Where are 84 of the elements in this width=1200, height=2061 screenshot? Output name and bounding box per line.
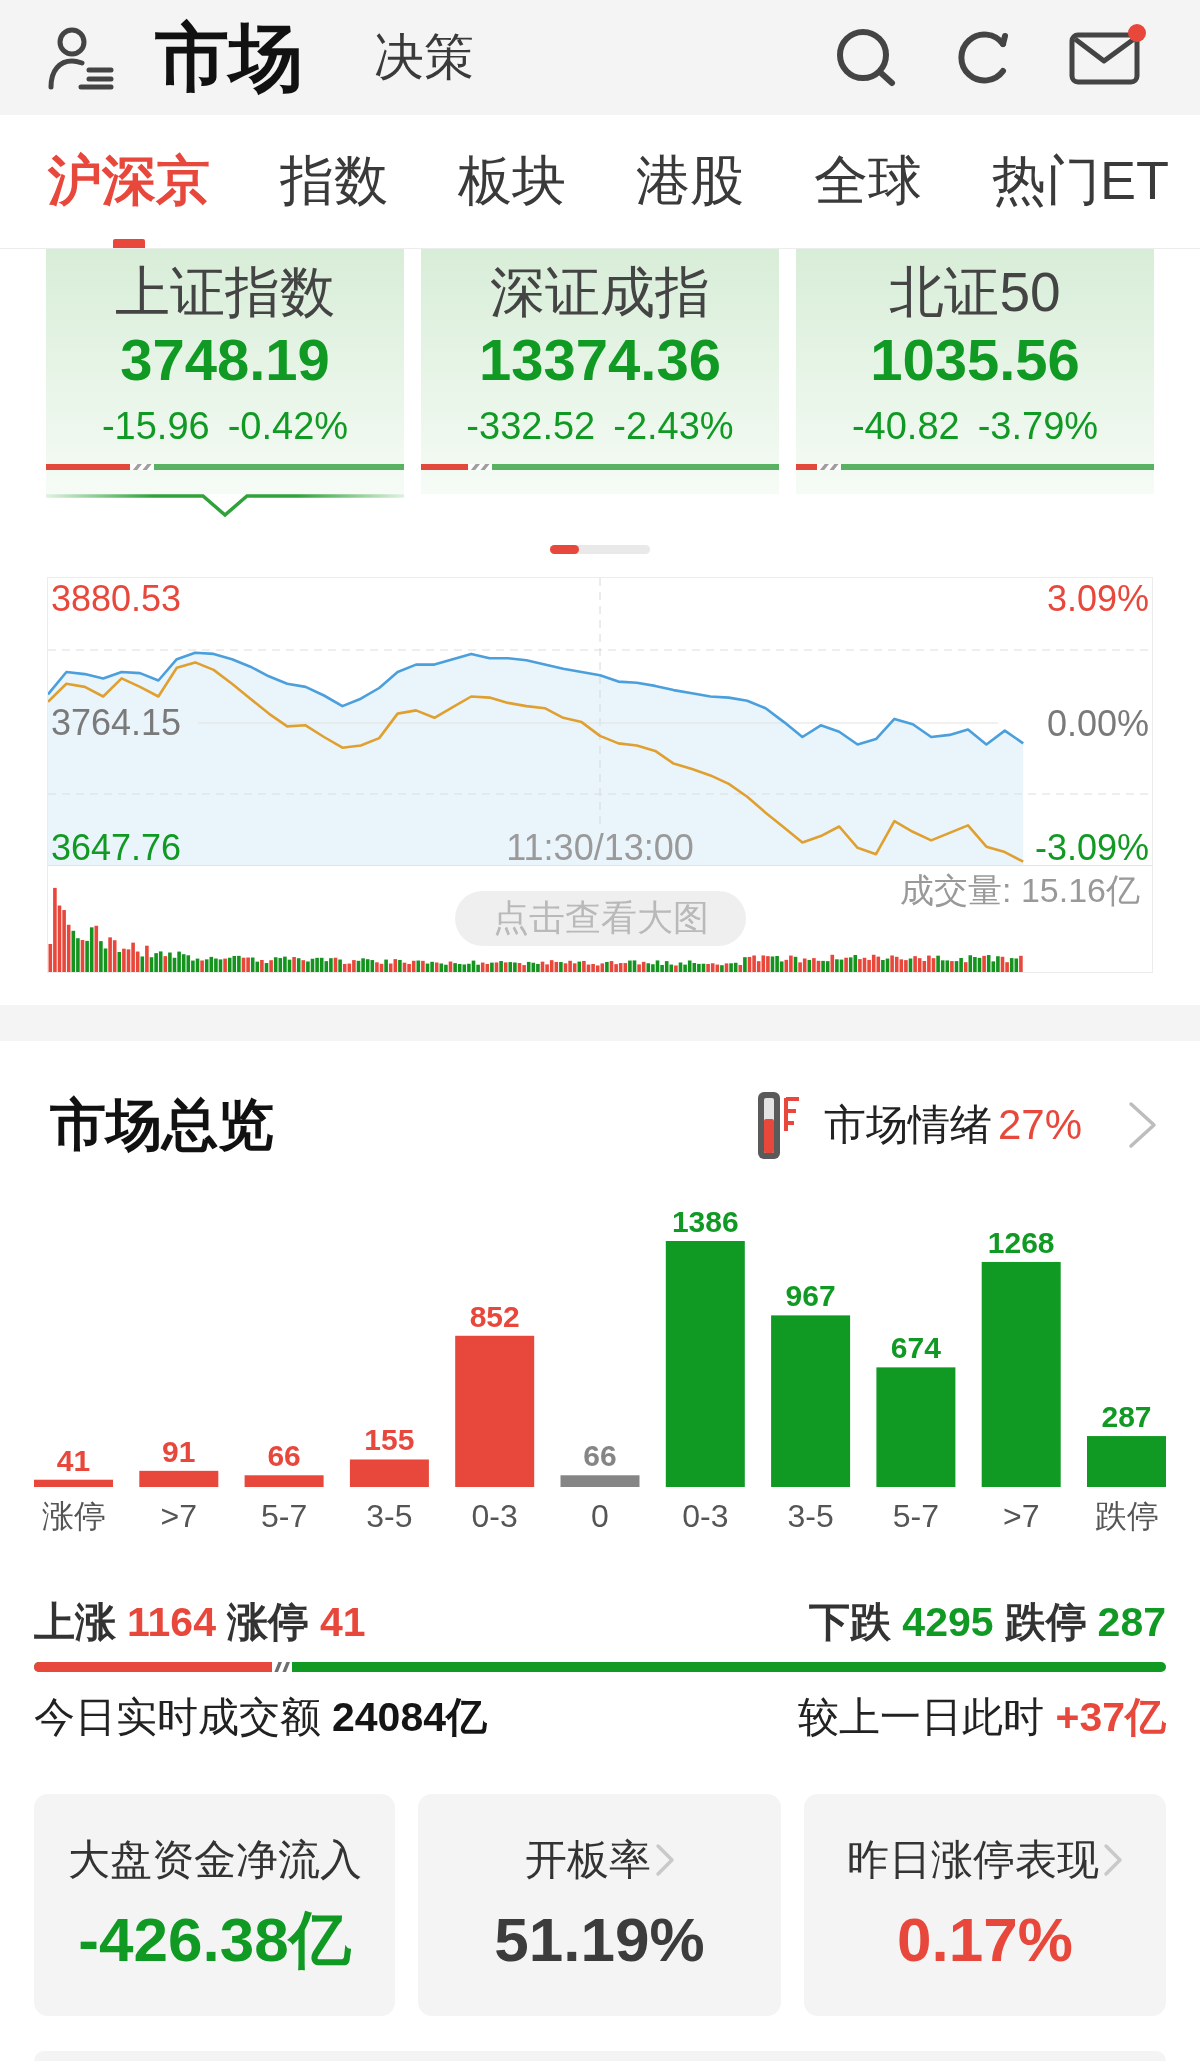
bar-value-label: 287 — [1101, 1400, 1152, 1434]
bar-value-label: 674 — [890, 1331, 941, 1365]
bar-value-label: 91 — [162, 1434, 196, 1468]
percent-axis-label: -3.09% — [1034, 826, 1149, 866]
percent-axis-label: 3.09% — [1046, 578, 1149, 620]
bar-category-label: >7 — [1002, 1498, 1040, 1534]
turnover-value: 24084亿 — [332, 1692, 487, 1742]
limit-up-label: 涨停 — [226, 1597, 309, 1647]
stat-card[interactable]: 开板率 51.19% — [418, 1794, 781, 2016]
refresh-icon[interactable] — [956, 30, 1009, 85]
bar-category-label: 跌停 — [1094, 1498, 1159, 1534]
bar-category-label: 0-3 — [682, 1498, 729, 1534]
index-change: -332.52 — [466, 404, 596, 449]
section-title: 市场总览 — [50, 1092, 274, 1158]
index-change: -15.96 — [101, 404, 210, 449]
percent-axis-label: 0.00% — [1046, 702, 1149, 744]
bar-category-label: 3-5 — [366, 1498, 413, 1534]
bar-category-label: 0 — [591, 1498, 609, 1534]
stat-title: 大盘资金净流入 — [67, 1835, 362, 1885]
price-axis-label: 3764.15 — [51, 702, 182, 744]
fall-label: 下跌 — [809, 1597, 892, 1647]
index-change: -40.82 — [851, 404, 960, 449]
header-tab[interactable]: 市场 — [155, 14, 303, 101]
market-tab[interactable]: 沪深京 — [48, 115, 210, 248]
limit-up-count: 41 — [319, 1598, 366, 1646]
bar-category-label: 5-7 — [892, 1498, 940, 1534]
index-change-percent: -2.43% — [613, 404, 734, 449]
bar-value-label: 967 — [785, 1279, 836, 1313]
index-value: 1035.56 — [870, 326, 1080, 394]
market-tab[interactable]: 全球 — [814, 115, 922, 248]
index-name: 深证成指 — [490, 260, 710, 325]
index-card[interactable]: 深证成指 13374.36 -332.52 -2.43% — [421, 249, 779, 494]
market-tab[interactable]: 港股 — [636, 115, 744, 248]
turnover-compare-label: 较上一日此时 — [798, 1692, 1045, 1742]
price-axis-label: 3647.76 — [51, 826, 182, 866]
flat-divider-icon — [130, 464, 155, 470]
bar-value-label: 66 — [583, 1439, 617, 1473]
bar-value-label: 66 — [267, 1439, 301, 1473]
turnover-compare-value: +37亿 — [1055, 1692, 1166, 1742]
bar-category-label: 0-3 — [471, 1498, 518, 1534]
index-card[interactable]: 北证50 1035.56 -40.82 -3.79% — [796, 249, 1154, 494]
thermometer-icon — [756, 1090, 800, 1160]
bar-value-label: 1268 — [987, 1225, 1055, 1259]
flat-divider-icon — [271, 1662, 292, 1672]
turnover-label: 今日实时成交额 — [34, 1692, 321, 1742]
bar-value-label: 1386 — [671, 1205, 739, 1238]
limit-down-label: 跌停 — [1004, 1597, 1087, 1647]
bar-category-label: 3-5 — [787, 1498, 834, 1534]
search-icon[interactable] — [835, 28, 896, 87]
time-axis-label: 11:30/13:00 — [506, 826, 694, 866]
bar-value-label: 41 — [56, 1443, 91, 1477]
price-axis-label: 3880.53 — [51, 578, 182, 620]
limit-down-count: 287 — [1097, 1598, 1166, 1646]
bar-category-label: 5-7 — [261, 1498, 308, 1534]
rise-count: 1164 — [127, 1598, 216, 1646]
bar-category-label: 涨停 — [41, 1498, 106, 1534]
market-tab[interactable]: 热门ET — [992, 115, 1169, 248]
index-value: 3748.19 — [120, 326, 330, 394]
index-card[interactable]: 上证指数 3748.19 -15.96 -0.42% — [46, 249, 404, 517]
market-tab[interactable]: 指数 — [280, 115, 388, 248]
stat-card[interactable]: 昨日涨停表现 0.17% — [804, 1794, 1166, 2016]
flat-divider-icon — [467, 464, 492, 470]
index-change-percent: -0.42% — [227, 404, 349, 449]
bar-category-label: >7 — [160, 1498, 198, 1534]
sentiment-label: 市场情绪 — [823, 1100, 992, 1150]
volume-total-label: 成交量: 15.16亿 — [900, 871, 1140, 909]
stat-title: 昨日涨停表现 — [847, 1835, 1099, 1885]
fall-count: 4295 — [902, 1598, 994, 1646]
stat-value: 0.17% — [897, 1904, 1073, 1976]
market-tab[interactable]: 板块 — [458, 115, 566, 248]
index-change-percent: -3.79% — [977, 404, 1099, 449]
rise-label: 上涨 — [34, 1597, 116, 1647]
flat-divider-icon — [817, 464, 842, 470]
stat-value: -426.38亿 — [78, 1904, 351, 1976]
stat-value: 51.19% — [494, 1904, 705, 1976]
index-name: 上证指数 — [115, 260, 335, 325]
bar-value-label: 155 — [364, 1423, 415, 1457]
index-value: 13374.36 — [479, 326, 721, 394]
index-name: 北证50 — [889, 260, 1061, 325]
header-tab[interactable]: 决策 — [374, 28, 474, 87]
mail-icon[interactable] — [1069, 30, 1140, 85]
sentiment-value: 27% — [997, 1101, 1082, 1149]
stat-title: 开板率 — [524, 1835, 651, 1885]
bar-value-label: 852 — [469, 1299, 520, 1333]
